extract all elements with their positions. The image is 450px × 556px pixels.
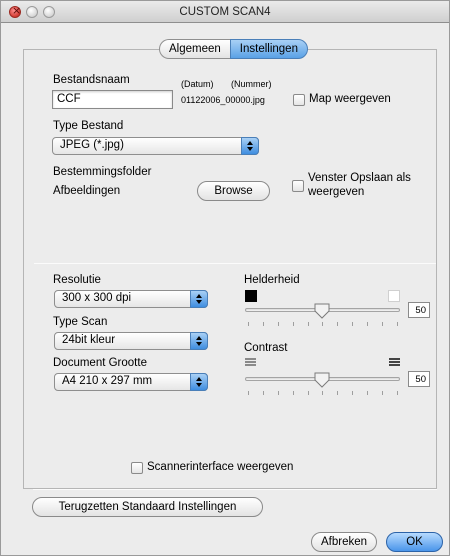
tab-algemeen[interactable]: Algemeen	[159, 39, 230, 59]
destination-folder-label: Bestemmingsfolder	[53, 166, 152, 178]
document-size-value: A4 210 x 297 mm	[62, 375, 153, 387]
section-separator	[34, 263, 436, 264]
contrast-label: Contrast	[244, 342, 288, 354]
file-name-field[interactable]: CCF	[52, 90, 173, 109]
scan-type-value: 24bit kleur	[62, 334, 116, 346]
popup-arrows-icon	[241, 137, 259, 155]
show-save-as-label-line-1: Venster Opslaan als	[308, 172, 411, 184]
window-title: CUSTOM SCAN4	[179, 6, 271, 18]
show-folder-label: Map weergeven	[309, 93, 391, 105]
destination-folder-value: Afbeeldingen	[53, 185, 121, 197]
contrast-slider-ticks	[248, 391, 398, 395]
brightness-slider-ticks	[248, 322, 398, 326]
popup-arrows-icon	[190, 373, 208, 391]
high-contrast-icon	[389, 358, 400, 368]
document-size-popup[interactable]: A4 210 x 297 mm	[54, 373, 208, 391]
browse-button[interactable]: Browse	[197, 181, 270, 201]
scanner-interface-label: Scannerinterface weergeven	[147, 461, 294, 473]
brightness-label: Helderheid	[244, 274, 300, 286]
resolution-value: 300 x 300 dpi	[62, 292, 132, 304]
resolution-label: Resolutie	[53, 274, 101, 286]
ok-button[interactable]: OK	[386, 532, 443, 552]
tab-bar: Algemeen Instellingen	[159, 39, 308, 59]
scanner-interface-checkbox[interactable]	[131, 462, 143, 474]
cancel-button[interactable]: Afbreken	[311, 532, 377, 552]
document-size-label: Document Grootte	[53, 357, 147, 369]
popup-arrows-icon	[190, 290, 208, 308]
light-swatch-icon	[388, 290, 400, 302]
tab-instellingen[interactable]: Instellingen	[229, 39, 308, 59]
resolution-popup[interactable]: 300 x 300 dpi	[54, 290, 208, 308]
date-label: (Datum)	[181, 79, 214, 89]
show-save-as-checkbox[interactable]	[292, 180, 304, 192]
settings-panel: Bestandsnaam (Datum) (Nummer) CCF 011220…	[23, 49, 437, 489]
file-type-popup[interactable]: JPEG (*.jpg)	[52, 137, 259, 155]
scan-type-label: Type Scan	[53, 316, 108, 328]
number-label: (Nummer)	[231, 79, 272, 89]
file-type-label: Type Bestand	[53, 120, 124, 132]
contrast-value-field[interactable]: 50	[408, 371, 430, 387]
brightness-value-field[interactable]: 50	[408, 302, 430, 318]
show-save-as-label-line-2: weergeven	[308, 186, 365, 198]
file-name-label: Bestandsnaam	[53, 74, 130, 86]
dark-swatch-icon	[245, 290, 257, 302]
filename-example: 01122006_00000.jpg	[181, 95, 265, 105]
bottom-separator	[33, 489, 437, 490]
show-folder-checkbox[interactable]	[293, 94, 305, 106]
file-type-value: JPEG (*.jpg)	[60, 139, 124, 151]
popup-arrows-icon	[190, 332, 208, 350]
custom-scan-dialog: CUSTOM SCAN4 Algemeen Instellingen Besta…	[0, 0, 450, 556]
title-bar: CUSTOM SCAN4	[1, 1, 449, 23]
low-contrast-icon	[245, 358, 256, 368]
scan-type-popup[interactable]: 24bit kleur	[54, 332, 208, 350]
reset-defaults-button[interactable]: Terugzetten Standaard Instellingen	[32, 497, 263, 517]
